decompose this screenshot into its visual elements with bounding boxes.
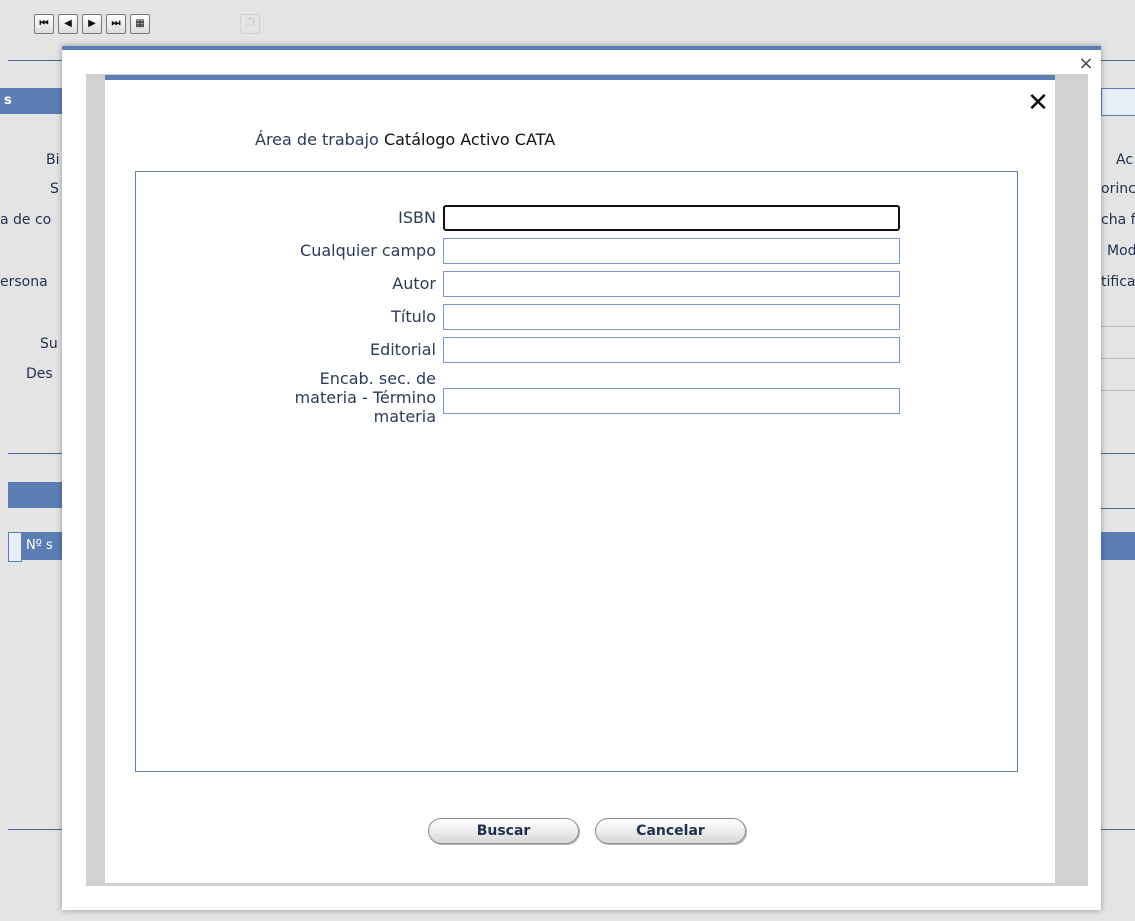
background-label: S bbox=[50, 181, 59, 197]
background-table-cell bbox=[8, 532, 22, 562]
title-label: Título bbox=[391, 307, 436, 326]
author-label: Autor bbox=[392, 274, 436, 293]
background-label: Ac bbox=[1116, 152, 1134, 168]
background-divider bbox=[8, 829, 62, 830]
background-divider bbox=[1101, 829, 1135, 830]
background-label: a de co bbox=[0, 212, 52, 228]
background-label: Des bbox=[26, 366, 53, 382]
last-record-icon[interactable]: ⏭ bbox=[106, 14, 126, 34]
background-divider bbox=[1101, 358, 1135, 359]
background-divider bbox=[1101, 508, 1135, 509]
isbn-input[interactable] bbox=[443, 205, 900, 231]
next-record-icon[interactable]: ▶ bbox=[82, 14, 102, 34]
workarea-label: Área de trabajo bbox=[255, 130, 379, 149]
publisher-label: Editorial bbox=[369, 340, 436, 359]
outer-close-icon[interactable]: × bbox=[1076, 55, 1096, 75]
background-section-header bbox=[8, 482, 62, 508]
any-field-label: Cualquier campo bbox=[300, 241, 436, 260]
any-field-input[interactable] bbox=[443, 238, 900, 264]
copy-icon: ❐ bbox=[240, 14, 260, 34]
search-button[interactable]: Buscar bbox=[428, 818, 579, 844]
background-section-header bbox=[1101, 88, 1135, 116]
subject-heading-label-line: Encab. sec. de bbox=[319, 369, 436, 388]
grid-view-icon[interactable]: ▦ bbox=[130, 14, 150, 34]
previous-record-icon[interactable]: ◀ bbox=[58, 14, 78, 34]
subject-heading-label-line: materia bbox=[373, 407, 436, 426]
author-input[interactable] bbox=[443, 271, 900, 297]
record-navigation-toolbar: ⏮ ◀ ▶ ⏭ ▦ ❐ bbox=[0, 0, 1135, 46]
background-divider bbox=[8, 453, 62, 454]
publisher-input[interactable] bbox=[443, 337, 900, 363]
background-divider bbox=[1101, 60, 1135, 61]
first-record-icon[interactable]: ⏮ bbox=[34, 14, 54, 34]
cancel-button[interactable]: Cancelar bbox=[595, 818, 746, 844]
subject-heading-label-line: materia - Término bbox=[294, 388, 436, 407]
background-divider bbox=[8, 60, 62, 61]
background-label: Su bbox=[40, 336, 58, 352]
workarea-heading: Área de trabajo Catálogo Activo CATA bbox=[255, 130, 555, 149]
title-input[interactable] bbox=[443, 304, 900, 330]
background-label: tifica bbox=[1101, 274, 1135, 290]
background-divider bbox=[1101, 326, 1135, 327]
background-label: ersona bbox=[0, 274, 48, 290]
background-label: Bi bbox=[46, 152, 60, 168]
background-section-title: s bbox=[4, 93, 12, 108]
isbn-label: ISBN bbox=[398, 208, 436, 227]
background-divider bbox=[1101, 390, 1135, 391]
background-divider bbox=[1101, 453, 1135, 454]
background-table-header-label: Nº s bbox=[26, 538, 53, 553]
workarea-value: Catálogo Activo CATA bbox=[383, 130, 556, 149]
background-label: Mod bbox=[1107, 243, 1135, 259]
background-label: cha f bbox=[1101, 212, 1135, 228]
close-icon[interactable]: ✕ bbox=[1024, 90, 1052, 118]
subject-heading-input[interactable] bbox=[443, 388, 900, 414]
background-label: orinc bbox=[1101, 181, 1135, 197]
background-table-header bbox=[1101, 532, 1135, 560]
